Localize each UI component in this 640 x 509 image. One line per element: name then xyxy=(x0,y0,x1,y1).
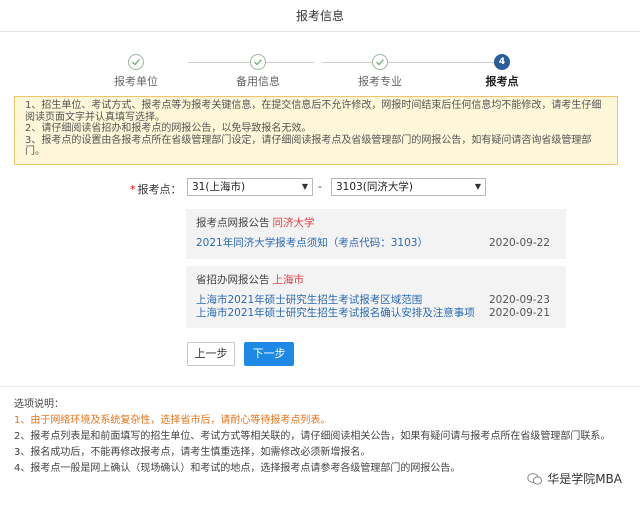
option-notes: 选项说明： 1、由于网络环境及系统复杂性，选择省市后，请耐心等待报考点列表。 2… xyxy=(14,398,626,478)
announcement-link[interactable]: 2021年同济大学报考点须知（考点代码：3103） xyxy=(196,237,428,249)
check-icon xyxy=(128,54,144,70)
step-label: 报考单位 xyxy=(114,75,158,88)
step-label: 报考专业 xyxy=(358,75,402,88)
panel-title: 报考点网报公告 同济大学 xyxy=(196,217,315,229)
notice-line: 1、招生单位、考试方式、报考点等为报考关键信息，在提交信息后不允许修改，网报时间… xyxy=(25,100,602,123)
announcement-row: 上海市2021年硕士研究生招生考试报考区域范围 2020-09-23 xyxy=(196,294,556,307)
next-step-button[interactable]: 下一步 xyxy=(244,342,294,366)
watermark-text: 华是学院MBA xyxy=(547,472,622,486)
prev-step-button[interactable]: 上一步 xyxy=(187,342,235,366)
note-item: 2、报考点列表是和前面填写的招生单位、考试方式等相关联的，请仔细阅读相关公告，如… xyxy=(14,431,611,442)
notice-line: 2、请仔细阅读省招办和报考点的网报公告，以免导致报名无效。 xyxy=(25,123,312,134)
step-number: 4 xyxy=(494,54,510,70)
exam-site-row: * 报考点： 31(上海市) ▼ - 3103(同济大学) ▼ xyxy=(0,178,640,198)
separator: - xyxy=(318,180,322,193)
dropdown-arrow-icon: ▼ xyxy=(474,182,481,191)
notice-box: 1、招生单位、考试方式、报考点等为报考关键信息，在提交信息后不允许修改，网报时间… xyxy=(14,96,618,165)
province-announcement-panel: 省招办网报公告 上海市 上海市2021年硕士研究生招生考试报考区域范围 2020-… xyxy=(186,266,566,328)
announcement-link[interactable]: 上海市2021年硕士研究生招生考试报考区域范围 xyxy=(196,294,422,306)
note-item: 3、报名成功后，不能再修改报考点，请考生慎重选择，如需修改必须新增报名。 xyxy=(14,447,371,458)
province-select[interactable]: 31(上海市) ▼ xyxy=(187,178,313,196)
announcement-row: 2021年同济大学报考点须知（考点代码：3103） 2020-09-22 xyxy=(196,237,556,250)
dropdown-arrow-icon: ▼ xyxy=(301,182,308,191)
announcement-link[interactable]: 上海市2021年硕士研究生招生考试报名确认安排及注意事项 xyxy=(196,307,475,319)
step-progress: 报考单位 备用信息 报考专业 4 报考点 xyxy=(0,32,640,94)
site-announcement-panel: 报考点网报公告 同济大学 2021年同济大学报考点须知（考点代码：3103） 20… xyxy=(186,209,566,259)
step-label: 报考点 xyxy=(485,75,519,88)
site-select[interactable]: 3103(同济大学) ▼ xyxy=(331,178,486,196)
step-4: 4 报考点 xyxy=(452,54,552,89)
announcement-date: 2020-09-21 xyxy=(488,307,550,319)
panel-highlight: 上海市 xyxy=(272,274,305,286)
notice-line: 3、报考点的设置由各报考点所在省级管理部门设定，请仔细阅读报考点及省级管理部门的… xyxy=(25,134,592,158)
panel-title: 省招办网报公告 上海市 xyxy=(196,274,305,286)
divider xyxy=(0,386,640,387)
watermark: 华是学院MBA xyxy=(527,470,622,487)
panel-highlight: 同济大学 xyxy=(272,217,315,229)
required-mark: * xyxy=(130,183,136,196)
exam-site-label: * 报考点： xyxy=(130,183,182,196)
notes-title: 选项说明： xyxy=(14,399,64,410)
wechat-icon xyxy=(527,472,543,485)
page-header: 报考信息 xyxy=(0,0,640,32)
announcement-date: 2020-09-22 xyxy=(488,237,550,249)
step-2: 备用信息 xyxy=(208,54,308,89)
step-label: 备用信息 xyxy=(236,75,280,88)
note-item: 1、由于网络环境及系统复杂性，选择省市后，请耐心等待报考点列表。 xyxy=(14,415,331,426)
announcement-date: 2020-09-23 xyxy=(488,294,550,306)
announcement-row: 上海市2021年硕士研究生招生考试报名确认安排及注意事项 2020-09-21 xyxy=(196,307,556,320)
step-3: 报考专业 xyxy=(330,54,430,89)
step-1: 报考单位 xyxy=(86,54,186,89)
check-icon xyxy=(250,54,266,70)
check-icon xyxy=(372,54,388,70)
page-title: 报考信息 xyxy=(295,9,344,23)
